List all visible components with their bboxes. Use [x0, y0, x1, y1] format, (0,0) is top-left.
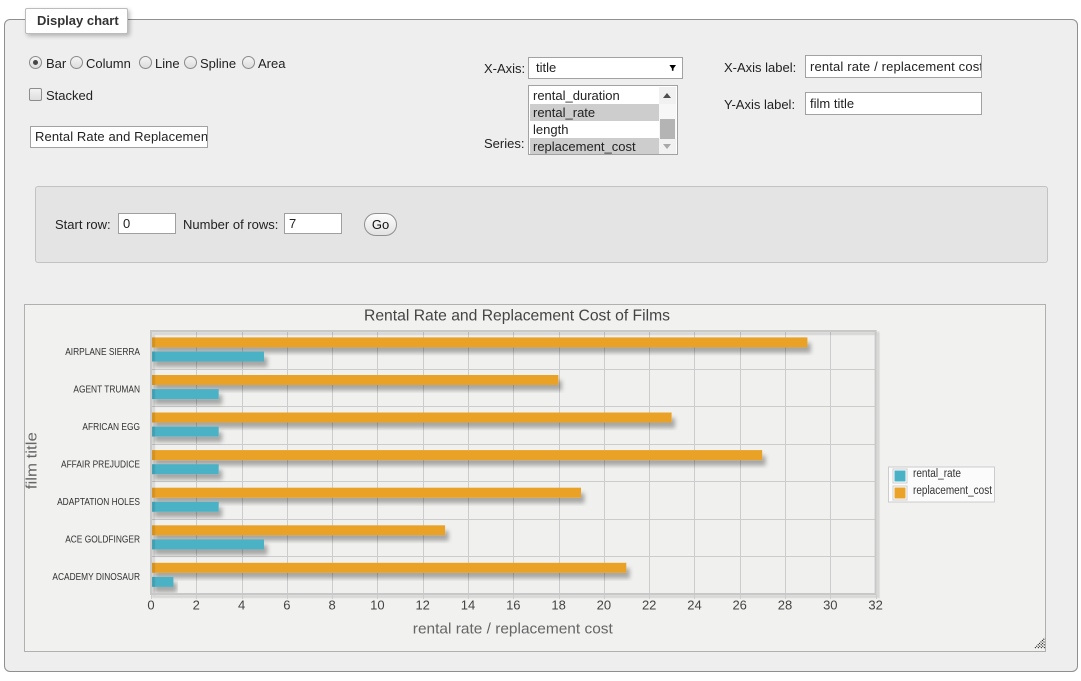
svg-text:32: 32	[868, 598, 882, 613]
svg-text:AGENT TRUMAN: AGENT TRUMAN	[73, 384, 140, 395]
svg-text:4: 4	[238, 598, 245, 613]
svg-text:AFRICAN EGG: AFRICAN EGG	[82, 422, 140, 433]
svg-text:22: 22	[642, 598, 656, 613]
svg-text:20: 20	[597, 598, 611, 613]
svg-text:30: 30	[823, 598, 837, 613]
svg-text:AFFAIR PREJUDICE: AFFAIR PREJUDICE	[61, 460, 140, 471]
svg-text:rental_rate: rental_rate	[913, 468, 961, 480]
svg-text:10: 10	[370, 598, 384, 613]
svg-text:16: 16	[506, 598, 520, 613]
svg-text:ACE GOLDFINGER: ACE GOLDFINGER	[65, 535, 140, 546]
svg-text:28: 28	[778, 598, 792, 613]
svg-text:rental rate / replacement cost: rental rate / replacement cost	[413, 621, 614, 638]
svg-text:6: 6	[283, 598, 290, 613]
svg-text:film title: film title	[25, 432, 41, 489]
svg-text:ACADEMY DINOSAUR: ACADEMY DINOSAUR	[52, 572, 140, 583]
svg-text:8: 8	[328, 598, 335, 613]
svg-text:18: 18	[551, 598, 565, 613]
svg-text:replacement_cost: replacement_cost	[913, 485, 993, 497]
svg-text:12: 12	[415, 598, 429, 613]
svg-text:0: 0	[147, 598, 154, 613]
svg-text:26: 26	[732, 598, 746, 613]
svg-text:14: 14	[461, 598, 475, 613]
svg-text:24: 24	[687, 598, 701, 613]
svg-text:2: 2	[193, 598, 200, 613]
svg-text:AIRPLANE SIERRA: AIRPLANE SIERRA	[65, 347, 140, 358]
svg-text:ADAPTATION HOLES: ADAPTATION HOLES	[57, 497, 140, 508]
svg-text:Rental Rate and Replacement Co: Rental Rate and Replacement Cost of Film…	[364, 308, 670, 325]
